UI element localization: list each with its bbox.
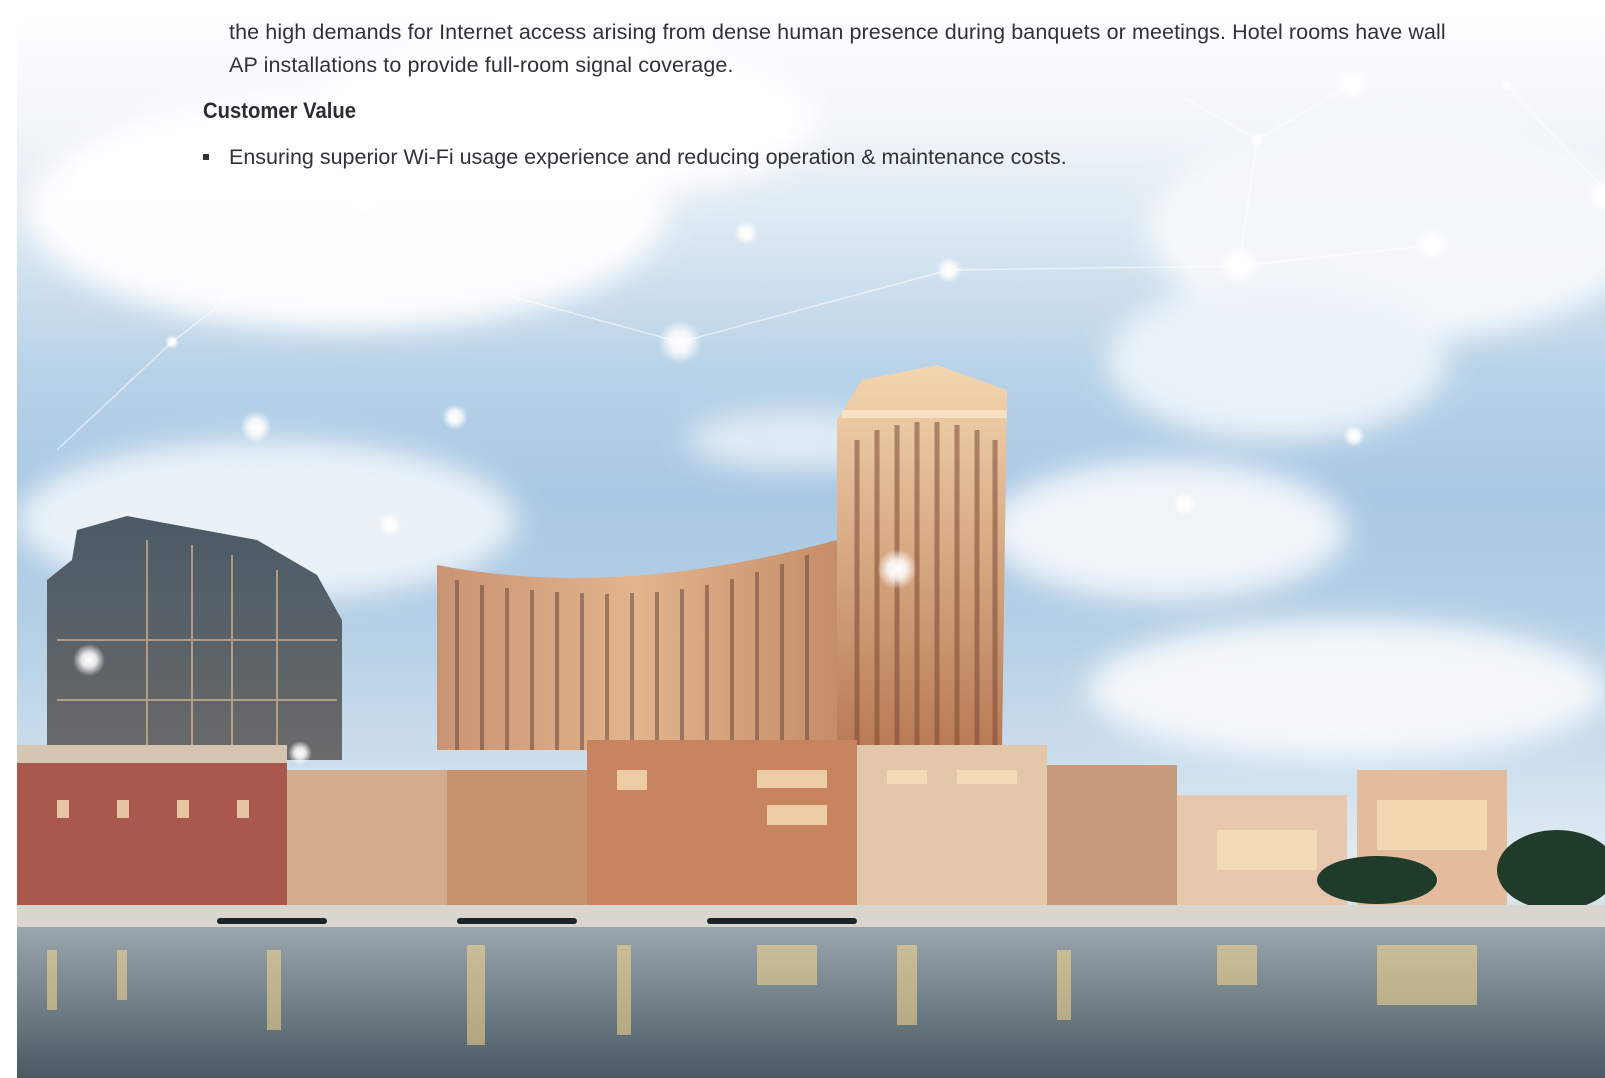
central-tower [837,365,1007,750]
low-rise-buildings [17,740,1605,910]
gondolas [217,918,857,924]
document-page: the high demands for Internet access ari… [0,0,1605,1078]
bullet-square-icon [203,154,209,160]
customer-value-section: the high demands for Internet access ari… [0,0,1605,190]
body-paragraph: the high demands for Internet access ari… [229,19,1446,77]
list-item: Ensuring superior Wi-Fi usage experience… [203,142,1067,172]
section-heading-customer-value: Customer Value [203,98,356,123]
customer-value-list: Ensuring superior Wi-Fi usage experience… [203,142,1067,172]
main-hotel-building [437,540,837,750]
list-item-text: Ensuring superior Wi-Fi usage experience… [229,145,1067,169]
